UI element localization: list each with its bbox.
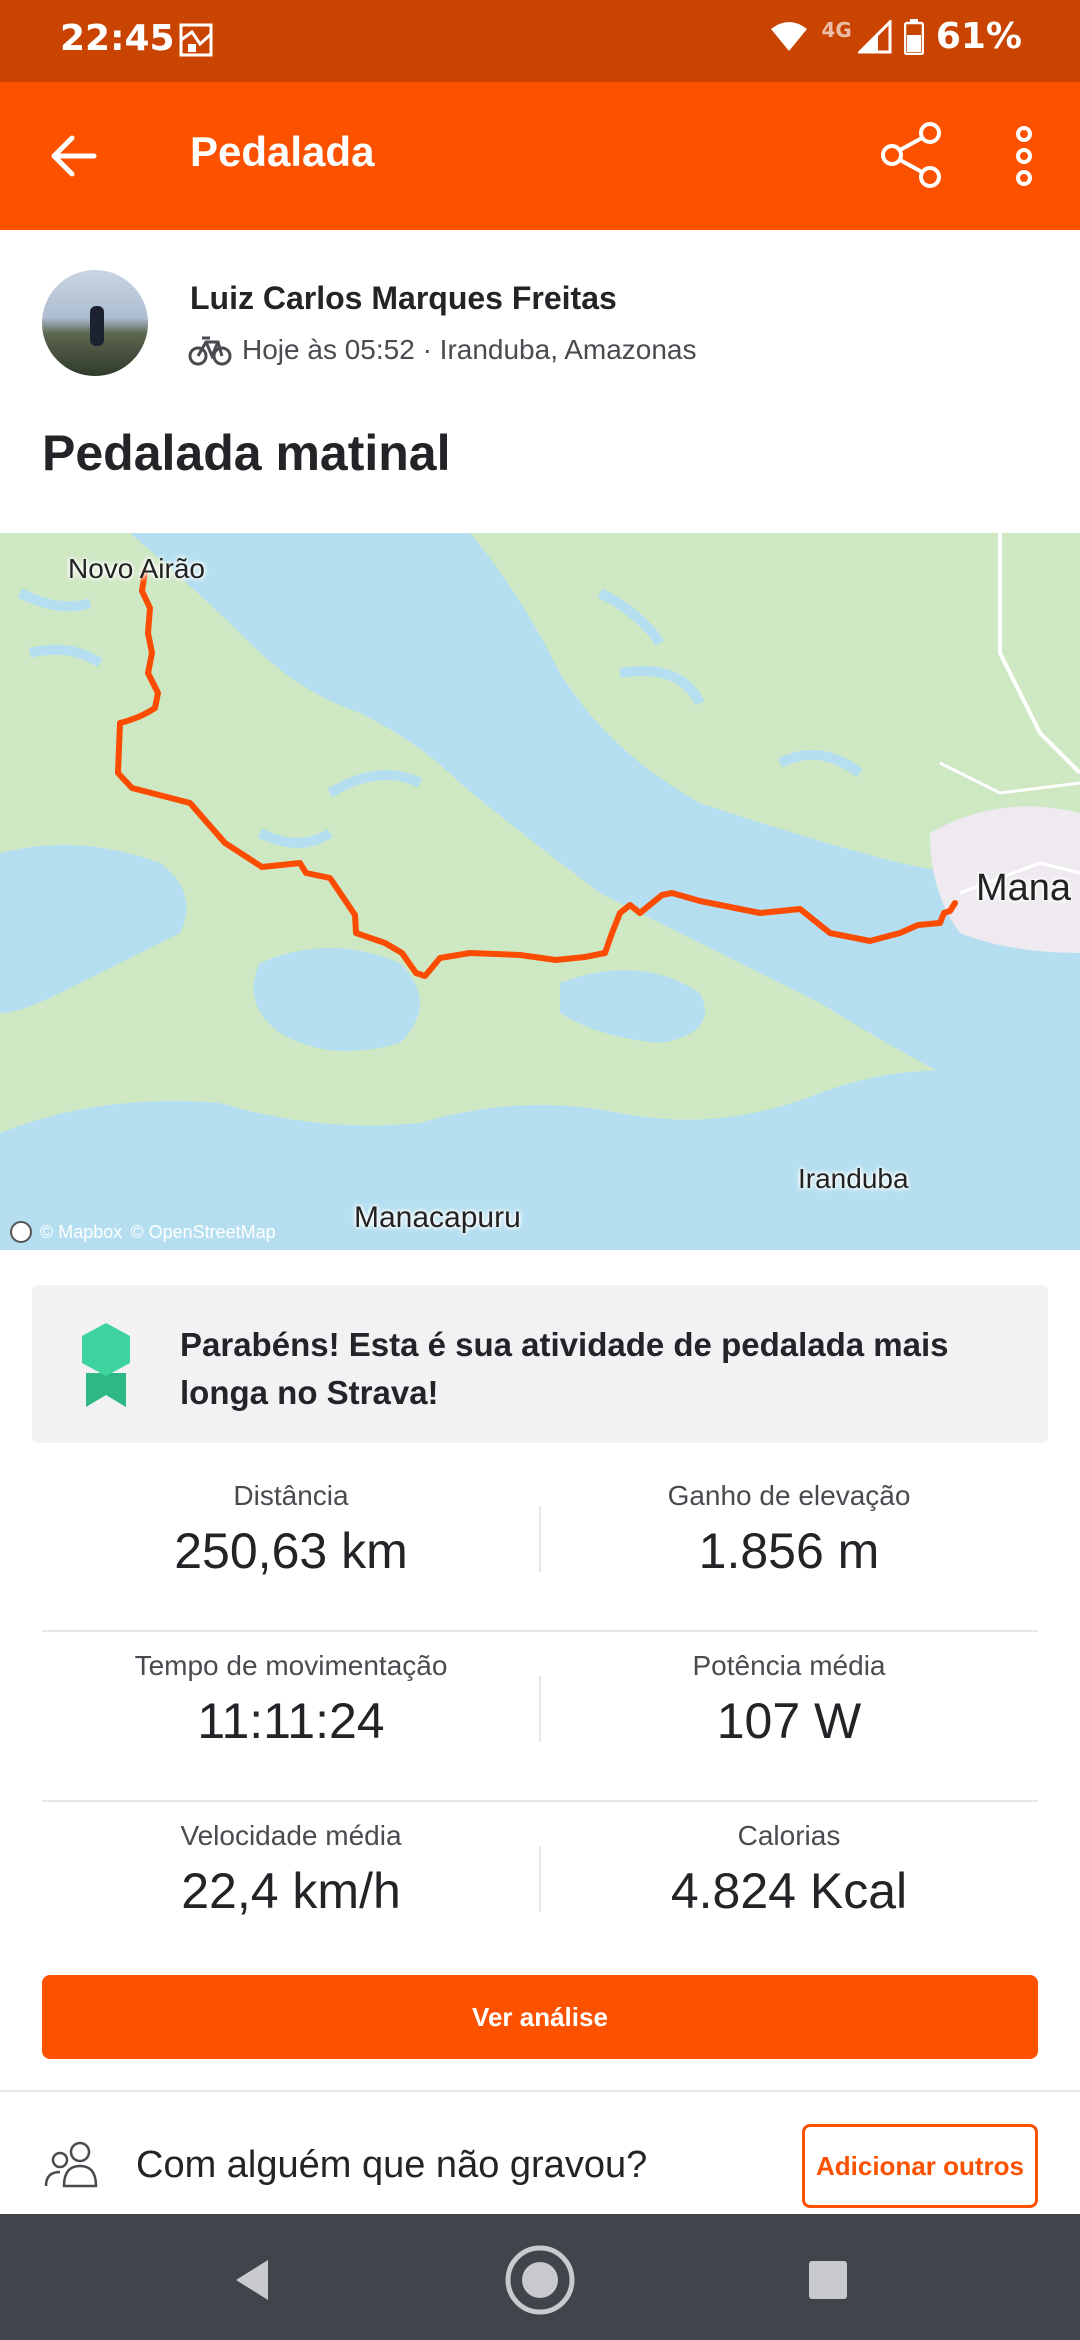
stat-label: Calorias — [737, 1820, 841, 1851]
battery-level: 61% — [935, 16, 1022, 57]
activity-meta: Hoje às 05:52 · Iranduba, Amazonas — [188, 334, 697, 366]
add-others-button[interactable]: Adicionar outros — [802, 2124, 1038, 2208]
athlete-name[interactable]: Luiz Carlos Marques Freitas — [190, 280, 617, 317]
status-icons: 4G 61% — [769, 16, 1022, 57]
system-nav-bar — [0, 2214, 1080, 2340]
stat-value: 1.856 m — [698, 1523, 880, 1579]
signal-icon — [857, 19, 892, 53]
stat-label: Distância — [233, 1480, 349, 1511]
stat-elevation: Ganho de elevação 1.856 m — [540, 1480, 1038, 1580]
stat-value: 250,63 km — [174, 1523, 408, 1579]
map-label-manacapuru: Manacapuru — [354, 1201, 521, 1234]
nav-home-icon[interactable] — [502, 2242, 578, 2318]
map-label-iranduba: Iranduba — [798, 1163, 909, 1194]
stat-avg-speed: Velocidade média 22,4 km/h — [42, 1820, 540, 1920]
stat-distance: Distância 250,63 km — [42, 1480, 540, 1580]
app-bar: Pedalada — [0, 82, 1080, 230]
stat-moving-time: Tempo de movimentação 11:11:24 — [42, 1650, 540, 1750]
nav-recents-icon[interactable] — [790, 2242, 866, 2318]
route-map[interactable]: Novo Airão Manacapuru Iranduba Mana © Ma… — [0, 533, 1080, 1250]
map-attribution[interactable]: © Mapbox © OpenStreetMap — [10, 1221, 276, 1243]
bike-icon — [188, 336, 232, 366]
stats-row: Distância 250,63 km Ganho de elevação 1.… — [42, 1462, 1038, 1632]
achievement-banner: Parabéns! Esta é sua atividade de pedala… — [32, 1285, 1048, 1443]
status-time: 22:45 — [60, 18, 175, 59]
avatar[interactable] — [42, 270, 148, 376]
status-bar: 22:45 4G 61% — [0, 0, 1080, 82]
stat-calories: Calorias 4.824 Kcal — [540, 1820, 1038, 1920]
network-type: 4G — [821, 17, 852, 42]
page-title: Pedalada — [190, 128, 375, 175]
stat-value: 107 W — [716, 1693, 862, 1749]
stat-avg-power: Potência média 107 W — [540, 1650, 1038, 1750]
battery-icon — [903, 18, 924, 55]
view-analysis-button[interactable]: Ver análise — [42, 1975, 1038, 2059]
map-label-manaus: Mana — [976, 867, 1072, 909]
mapbox-logo-icon — [10, 1221, 32, 1243]
gallery-notification-icon — [179, 23, 213, 57]
divider — [0, 2090, 1080, 2092]
stats-row: Tempo de movimentação 11:11:24 Potência … — [42, 1632, 1038, 1802]
stat-label: Velocidade média — [180, 1820, 402, 1851]
stats-grid: Distância 250,63 km Ganho de elevação 1.… — [42, 1462, 1038, 1972]
wifi-icon — [771, 21, 808, 51]
activity-title: Pedalada matinal — [42, 425, 451, 481]
people-icon — [44, 2141, 98, 2188]
stat-label: Potência média — [692, 1650, 886, 1681]
stat-value: 22,4 km/h — [181, 1863, 401, 1919]
stat-label: Ganho de elevação — [667, 1480, 911, 1511]
achievement-text: Parabéns! Esta é sua atividade de pedala… — [180, 1326, 949, 1411]
more-vert-icon[interactable] — [1002, 122, 1046, 190]
stats-row: Velocidade média 22,4 km/h Calorias 4.82… — [42, 1802, 1038, 1972]
activity-date-location: Hoje às 05:52 · Iranduba, Amazonas — [242, 334, 697, 365]
share-icon[interactable] — [878, 120, 948, 190]
nav-back-icon[interactable] — [214, 2242, 290, 2318]
back-arrow-icon[interactable] — [44, 126, 104, 186]
tag-others-prompt: Com alguém que não gravou? — [136, 2144, 648, 2186]
stat-value: 11:11:24 — [197, 1693, 385, 1749]
stat-label: Tempo de movimentação — [134, 1650, 448, 1681]
attribution-mapbox[interactable]: © Mapbox — [40, 1222, 122, 1243]
map-base — [0, 533, 1080, 1250]
medal-icon — [82, 1323, 130, 1407]
stat-value: 4.824 Kcal — [670, 1863, 908, 1919]
map-label-novo-airao: Novo Airão — [68, 553, 205, 584]
attribution-osm[interactable]: © OpenStreetMap — [130, 1222, 275, 1243]
